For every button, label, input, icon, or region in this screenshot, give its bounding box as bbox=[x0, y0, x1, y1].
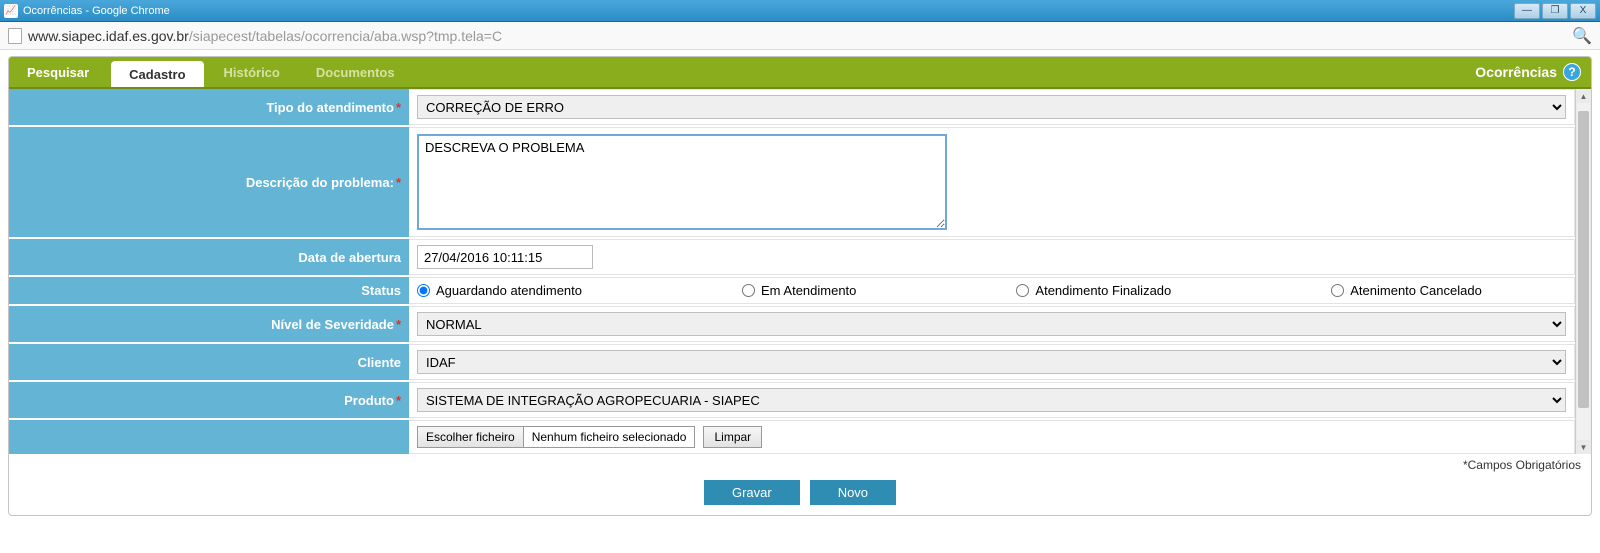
window-titlebar: 📈 Ocorrências - Google Chrome — ❐ X bbox=[0, 0, 1600, 22]
label-tipo: Tipo do atendimento* bbox=[9, 89, 409, 125]
input-data-abertura[interactable] bbox=[417, 245, 593, 269]
textarea-descricao-problema[interactable] bbox=[417, 134, 947, 230]
clear-file-button[interactable]: Limpar bbox=[703, 426, 762, 448]
form-body: Tipo do atendimento* CORREÇÃO DE ERRO De… bbox=[9, 89, 1575, 454]
label-cliente: Cliente bbox=[9, 344, 409, 380]
scroll-thumb[interactable] bbox=[1578, 111, 1589, 408]
help-icon[interactable]: ? bbox=[1563, 63, 1581, 81]
label-descricao: Descrição do problema:* bbox=[9, 127, 409, 237]
scroll-down-arrow[interactable]: ▼ bbox=[1576, 440, 1591, 454]
scroll-up-arrow[interactable]: ▲ bbox=[1576, 89, 1591, 103]
choose-file-button[interactable]: Escolher ficheiro bbox=[418, 427, 524, 447]
tab-row: Pesquisar Cadastro Histórico Documentos … bbox=[9, 57, 1591, 89]
tab-documentos: Documentos bbox=[298, 57, 413, 87]
tab-pesquisar[interactable]: Pesquisar bbox=[9, 57, 107, 87]
tab-cadastro[interactable]: Cadastro bbox=[111, 61, 203, 87]
select-produto[interactable]: SISTEMA DE INTEGRAÇÃO AGROPECUARIA - SIA… bbox=[417, 388, 1566, 412]
select-severidade[interactable]: NORMAL bbox=[417, 312, 1566, 336]
address-bar: www.siapec.idaf.es.gov.br/siapecest/tabe… bbox=[0, 22, 1600, 50]
zoom-icon[interactable]: 🔍 bbox=[1572, 26, 1592, 46]
radio-finalizado[interactable]: Atendimento Finalizado bbox=[1016, 283, 1171, 298]
label-data-abertura: Data de abertura bbox=[9, 239, 409, 275]
required-fields-note: *Campos Obrigatórios bbox=[9, 454, 1591, 474]
label-status: Status bbox=[9, 277, 409, 304]
label-produto: Produto* bbox=[9, 382, 409, 418]
window-maximize-button[interactable]: ❐ bbox=[1542, 3, 1568, 19]
select-tipo-atendimento[interactable]: CORREÇÃO DE ERRO bbox=[417, 95, 1566, 119]
app-icon: 📈 bbox=[4, 4, 18, 18]
tab-historico: Histórico bbox=[206, 57, 298, 87]
file-input[interactable]: Escolher ficheiro Nenhum ficheiro seleci… bbox=[417, 426, 695, 448]
page-icon bbox=[8, 28, 22, 44]
label-file bbox=[9, 420, 409, 454]
radio-em-atendimento[interactable]: Em Atendimento bbox=[742, 283, 856, 298]
label-severidade: Nível de Severidade* bbox=[9, 306, 409, 342]
radio-cancelado[interactable]: Atenimento Cancelado bbox=[1331, 283, 1482, 298]
save-button[interactable]: Gravar bbox=[704, 480, 800, 505]
vertical-scrollbar[interactable]: ▲ ▼ bbox=[1575, 89, 1591, 454]
select-cliente[interactable]: IDAF bbox=[417, 350, 1566, 374]
window-close-button[interactable]: X bbox=[1570, 3, 1596, 19]
page-title: Ocorrências bbox=[1475, 64, 1557, 80]
window-minimize-button[interactable]: — bbox=[1514, 3, 1540, 19]
file-status-text: Nenhum ficheiro selecionado bbox=[524, 427, 695, 447]
window-title: Ocorrências - Google Chrome bbox=[23, 5, 170, 17]
new-button[interactable]: Novo bbox=[810, 480, 896, 505]
radio-aguardando[interactable]: Aguardando atendimento bbox=[417, 283, 582, 298]
url-text[interactable]: www.siapec.idaf.es.gov.br/siapecest/tabe… bbox=[28, 28, 502, 44]
